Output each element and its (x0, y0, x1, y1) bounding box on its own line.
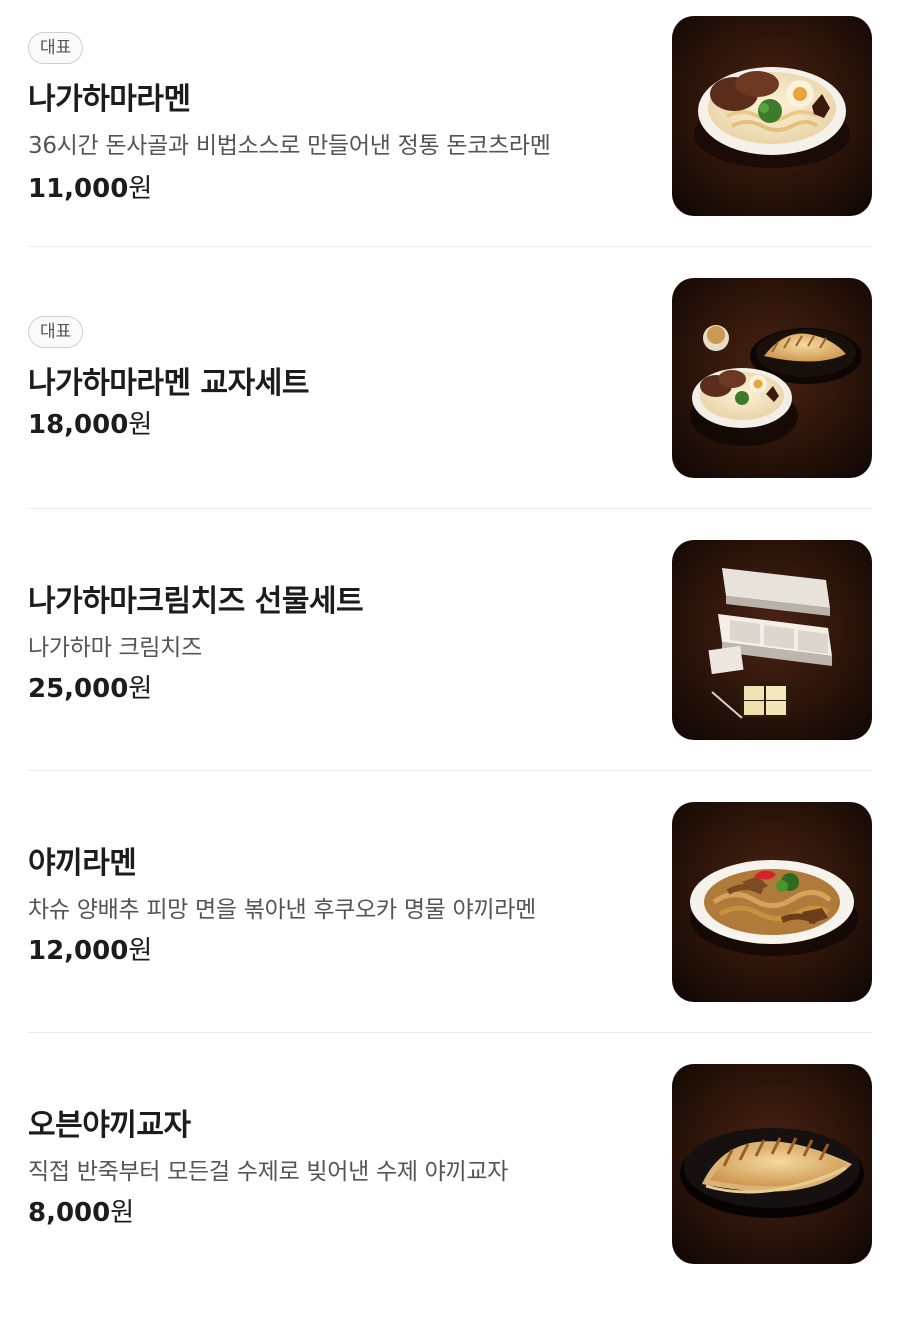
item-divider (28, 1032, 872, 1033)
price-value: 11,000 (28, 174, 129, 204)
item-divider (28, 246, 872, 247)
menu-item-name: 오븐야끼교자 (28, 1108, 191, 1143)
menu-item-description: 직접 반죽부터 모든걸 수제로 빚어낸 수제 야끼교자 (28, 1159, 509, 1185)
price-currency: 원 (128, 674, 153, 704)
menu-item-price: 18,000원 (28, 404, 152, 441)
menu-item-oven-yaki-gyoza[interactable]: 오븐야끼교자 직접 반죽부터 모든걸 수제로 빚어낸 수제 야끼교자 8,000… (28, 1064, 872, 1326)
menu-item-image[interactable] (672, 802, 872, 1002)
price-currency: 원 (128, 174, 153, 204)
item-divider (28, 770, 872, 771)
menu-item-price: 8,000원 (28, 1192, 134, 1229)
price-currency: 원 (110, 1198, 135, 1228)
yaki-gyoza-photo (672, 1064, 872, 1264)
menu-item-description: 36시간 돈사골과 비법소스로 만들어낸 정통 돈코츠라멘 (28, 133, 551, 159)
signature-badge: 대표 (28, 316, 84, 348)
menu-item-price: 11,000원 (28, 168, 152, 205)
price-value: 25,000 (28, 674, 129, 704)
price-value: 12,000 (28, 936, 129, 966)
price-currency: 원 (128, 936, 153, 966)
item-divider (28, 508, 872, 509)
cream-cheese-gift-box-photo (672, 540, 872, 740)
ramen-gyoza-set-photo (672, 278, 872, 478)
menu-item-image[interactable] (672, 16, 872, 216)
menu-item-yaki-ramen[interactable]: 야끼라멘 차슈 양배추 피망 면을 볶아낸 후쿠오카 명물 야끼라멘 12,00… (28, 802, 872, 1064)
menu-item-description: 차슈 양배추 피망 면을 볶아낸 후쿠오카 명물 야끼라멘 (28, 897, 536, 923)
signature-badge: 대표 (28, 32, 84, 64)
menu-item-description: 나가하마 크림치즈 (28, 635, 202, 661)
menu-item-image[interactable] (672, 278, 872, 478)
menu-item-nagahama-ramen-gyoza-set[interactable]: 대표 나가하마라멘 교자세트 18,000원 (28, 278, 872, 540)
menu-item-name: 야끼라멘 (28, 846, 137, 881)
yaki-ramen-photo (672, 802, 872, 1002)
price-currency: 원 (128, 410, 153, 440)
menu-item-cream-cheese-gift-set[interactable]: 나가하마크림치즈 선물세트 나가하마 크림치즈 25,000원 (28, 540, 872, 802)
menu-list: 대표 나가하마라멘 36시간 돈사골과 비법소스로 만들어낸 정통 돈코츠라멘 … (0, 0, 900, 1288)
menu-item-image[interactable] (672, 1064, 872, 1264)
price-value: 18,000 (28, 410, 129, 440)
price-value: 8,000 (28, 1198, 111, 1228)
menu-item-name: 나가하마크림치즈 선물세트 (28, 584, 364, 619)
menu-item-nagahama-ramen[interactable]: 대표 나가하마라멘 36시간 돈사골과 비법소스로 만들어낸 정통 돈코츠라멘 … (28, 16, 872, 278)
menu-item-image[interactable] (672, 540, 872, 740)
menu-item-price: 12,000원 (28, 930, 152, 967)
tonkotsu-ramen-photo (672, 16, 872, 216)
menu-item-name: 나가하마라멘 (28, 82, 191, 117)
menu-item-price: 25,000원 (28, 668, 152, 705)
menu-item-name: 나가하마라멘 교자세트 (28, 366, 309, 401)
